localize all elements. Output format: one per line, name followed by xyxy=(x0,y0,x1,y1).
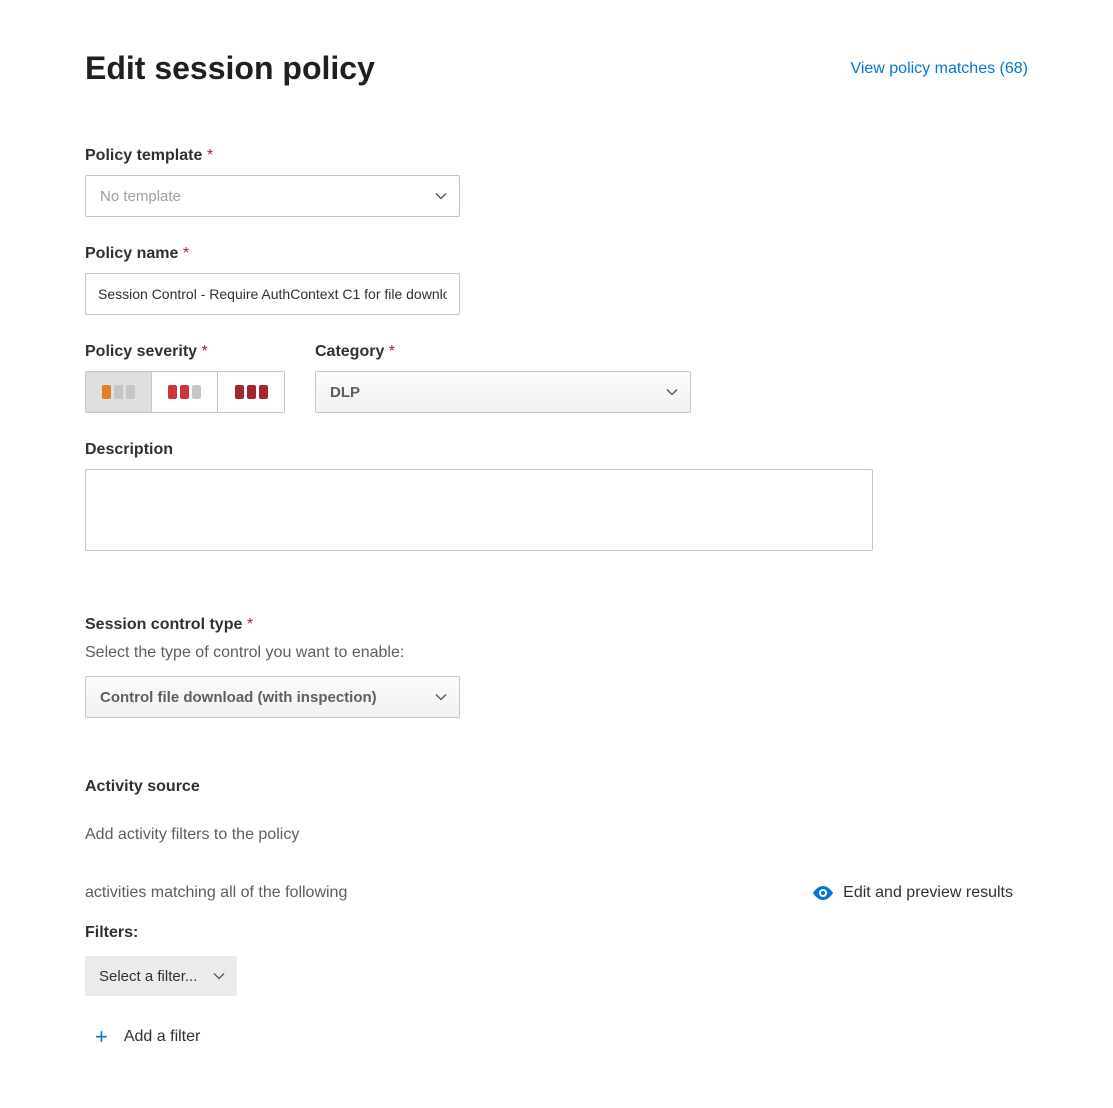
edit-preview-results-link[interactable]: Edit and preview results xyxy=(813,884,1013,902)
activity-source-helper: Add activity filters to the policy xyxy=(85,826,1028,844)
edit-preview-results-label: Edit and preview results xyxy=(843,884,1013,902)
session-control-value: Control file download (with inspection) xyxy=(100,689,377,706)
filters-label: Filters: xyxy=(85,924,1028,942)
add-filter-button[interactable]: + Add a filter xyxy=(85,1026,1028,1048)
policy-template-label: Policy template xyxy=(85,147,1028,165)
severity-bar-icon xyxy=(126,385,135,399)
session-control-helper: Select the type of control you want to e… xyxy=(85,644,1028,662)
session-control-type-label: Session control type xyxy=(85,616,1028,634)
severity-bar-icon xyxy=(247,385,256,399)
chevron-down-icon xyxy=(213,970,225,982)
policy-name-input[interactable] xyxy=(85,273,460,315)
page-title: Edit session policy xyxy=(85,50,375,87)
view-policy-matches-link[interactable]: View policy matches (68) xyxy=(850,60,1028,78)
eye-icon xyxy=(813,886,833,900)
filter-select-dropdown[interactable]: Select a filter... xyxy=(85,956,237,996)
activities-matching-text: activities matching all of the following xyxy=(85,884,347,902)
severity-bar-icon xyxy=(168,385,177,399)
plus-icon: + xyxy=(95,1026,108,1048)
severity-bar-icon xyxy=(114,385,123,399)
policy-template-placeholder: No template xyxy=(100,188,181,205)
severity-bar-icon xyxy=(259,385,268,399)
severity-low-button[interactable] xyxy=(86,372,152,412)
severity-selector xyxy=(85,371,285,413)
category-label: Category xyxy=(315,343,691,361)
add-filter-label: Add a filter xyxy=(124,1028,200,1046)
severity-medium-button[interactable] xyxy=(152,372,218,412)
description-textarea[interactable] xyxy=(85,469,873,551)
chevron-down-icon xyxy=(666,386,678,398)
filter-select-placeholder: Select a filter... xyxy=(99,968,197,985)
policy-severity-label: Policy severity xyxy=(85,343,285,361)
category-dropdown[interactable]: DLP xyxy=(315,371,691,413)
severity-bar-icon xyxy=(235,385,244,399)
severity-high-button[interactable] xyxy=(218,372,284,412)
severity-bar-icon xyxy=(180,385,189,399)
severity-bar-icon xyxy=(192,385,201,399)
policy-name-label: Policy name xyxy=(85,245,1028,263)
policy-template-dropdown[interactable]: No template xyxy=(85,175,460,217)
category-value: DLP xyxy=(330,384,360,401)
session-control-dropdown[interactable]: Control file download (with inspection) xyxy=(85,676,460,718)
severity-bar-icon xyxy=(102,385,111,399)
description-label: Description xyxy=(85,441,1028,459)
activity-source-heading: Activity source xyxy=(85,778,1028,796)
chevron-down-icon xyxy=(435,691,447,703)
chevron-down-icon xyxy=(435,190,447,202)
